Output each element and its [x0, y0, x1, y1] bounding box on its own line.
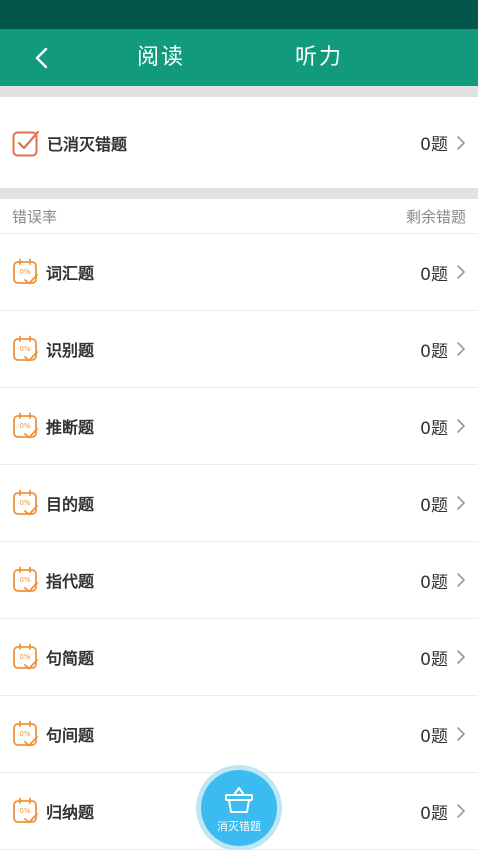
category-row[interactable]: 0% 推断题 0题 [0, 388, 478, 465]
back-button[interactable] [22, 29, 62, 86]
error-rate-header: 错误率 [12, 207, 58, 226]
error-rate-value: 0% [19, 422, 30, 430]
category-count: 0题 [420, 803, 448, 824]
category-row[interactable]: 0% 指代题 0题 [0, 542, 478, 619]
clear-mistakes-fab-inner: 消灭错题 [201, 770, 277, 846]
category-label: 句间题 [46, 726, 95, 745]
section-divider [0, 188, 478, 199]
category-list: 0% 词汇题 0题 0% 识别题 0题 0% 推断题 0题 0% 目的题 0题 0% 指代题 0题 0% 句简题… [0, 234, 478, 850]
cleared-mistakes-count: 0题 [420, 135, 448, 155]
error-rate-badge-icon: 0% [13, 797, 38, 824]
category-count: 0题 [420, 726, 448, 747]
chevron-right-icon [457, 419, 465, 433]
error-rate-value: 0% [19, 730, 30, 738]
category-count: 0题 [420, 649, 448, 670]
nav-bar: 阅读 听力 [0, 29, 478, 86]
category-label: 指代题 [46, 572, 95, 591]
chevron-right-icon [457, 573, 465, 587]
clear-mistakes-fab-label: 消灭错题 [217, 819, 261, 833]
chevron-right-icon [457, 496, 465, 510]
category-count: 0题 [420, 264, 448, 285]
chevron-left-icon [35, 47, 48, 68]
remaining-mistakes-header: 剩余错题 [405, 207, 466, 226]
category-row[interactable]: 0% 句简题 0题 [0, 619, 478, 696]
tab-listening[interactable]: 听力 [295, 29, 343, 86]
category-count: 0题 [420, 341, 448, 362]
error-rate-badge-icon: 0% [13, 258, 38, 285]
error-rate-badge-icon: 0% [13, 489, 38, 516]
status-bar [0, 0, 478, 29]
category-label: 句简题 [46, 649, 95, 668]
cleared-mistakes-label: 已消灭错题 [47, 134, 128, 154]
category-label: 推断题 [46, 418, 95, 437]
chevron-right-icon [457, 727, 465, 741]
error-rate-value: 0% [19, 499, 30, 507]
category-row[interactable]: 0% 词汇题 0题 [0, 234, 478, 311]
category-label: 识别题 [46, 341, 95, 360]
error-rate-badge-icon: 0% [13, 720, 38, 747]
error-rate-badge-icon: 0% [13, 335, 38, 362]
chevron-right-icon [457, 135, 465, 150]
clear-mistakes-fab[interactable]: 消灭错题 [196, 765, 282, 850]
basket-icon [225, 786, 253, 813]
category-row[interactable]: 0% 目的题 0题 [0, 465, 478, 542]
error-rate-badge-icon: 0% [13, 412, 38, 439]
chevron-right-icon [457, 804, 465, 818]
chevron-right-icon [457, 265, 465, 279]
error-rate-badge-icon: 0% [13, 643, 38, 670]
checkbox-checked-icon [12, 130, 40, 156]
error-rate-value: 0% [19, 807, 30, 815]
category-count: 0题 [420, 572, 448, 593]
category-count: 0题 [420, 495, 448, 516]
category-count: 0题 [420, 418, 448, 439]
category-row[interactable]: 0% 识别题 0题 [0, 311, 478, 388]
error-rate-value: 0% [19, 576, 30, 584]
table-header: 错误率 剩余错题 [0, 199, 478, 234]
tab-reading[interactable]: 阅读 [137, 29, 185, 86]
error-rate-value: 0% [19, 345, 30, 353]
chevron-right-icon [457, 650, 465, 664]
cleared-mistakes-row[interactable]: 已消灭错题 0题 [0, 97, 478, 188]
category-row[interactable]: 0% 句间题 0题 [0, 696, 478, 773]
chevron-right-icon [457, 342, 465, 356]
section-divider [0, 86, 478, 97]
category-label: 目的题 [46, 495, 95, 514]
error-rate-value: 0% [19, 653, 30, 661]
category-label: 词汇题 [46, 264, 95, 283]
error-rate-badge-icon: 0% [13, 566, 38, 593]
error-rate-value: 0% [19, 268, 30, 276]
